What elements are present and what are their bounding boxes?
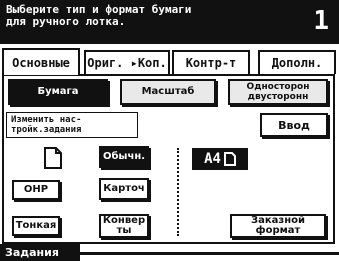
tab-original-copy[interactable]: Ориг. ▸Коп. [84,50,170,74]
instruction-message: Выберите тип и формат бумаги для ручного… [6,3,192,28]
custom-format-button[interactable]: Заказной формат [230,214,326,238]
change-job-settings-label: Изменить нас- тройк.задания [6,112,138,138]
tab-additional[interactable]: Дополн. [258,50,336,74]
subtab-paper[interactable]: Бумага [8,79,108,105]
divider [177,148,179,236]
card-paper-button[interactable]: Карточ [99,178,149,200]
paper-sheet-icon [44,147,62,169]
thin-paper-button[interactable]: Тонкая [12,216,60,236]
jobs-button[interactable]: Задания [0,244,80,261]
portrait-orientation-icon [223,152,236,166]
message-bar: Выберите тип и формат бумаги для ручного… [0,0,339,44]
copy-counter: 1 [313,6,329,36]
tab-contrast[interactable]: Контр-т [172,50,250,74]
subtab-duplex[interactable]: Односторон двусторонн [228,79,328,105]
tab-basic[interactable]: Основные [2,48,80,75]
footer-rule [80,252,339,255]
paper-size-value: A4 [204,151,221,167]
envelope-button[interactable]: Конвер ты [99,214,149,238]
paper-size-display: A4 [192,148,248,170]
subtab-zoom[interactable]: Масштаб [120,79,216,105]
ohp-button[interactable]: OHP [12,180,60,200]
plain-paper-button[interactable]: Обычн. [99,146,149,168]
enter-button[interactable]: Ввод [260,113,328,137]
